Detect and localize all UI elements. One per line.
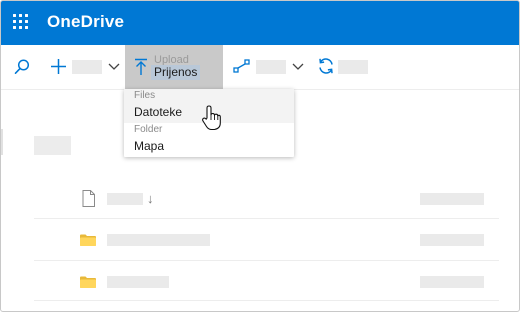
search-icon[interactable] xyxy=(13,58,31,76)
sync-button-label xyxy=(338,60,368,74)
menu-item-ghost-label: Files xyxy=(134,90,156,101)
app-title[interactable]: OneDrive xyxy=(47,12,124,32)
hand-cursor-icon xyxy=(202,105,221,131)
chevron-down-icon xyxy=(108,63,120,70)
file-icon xyxy=(82,190,95,207)
table-row[interactable] xyxy=(34,219,499,261)
app-launcher-icon[interactable] xyxy=(13,14,29,30)
new-button-label xyxy=(72,60,102,74)
modified-column-header[interactable] xyxy=(420,193,484,205)
flow-button-label xyxy=(256,60,286,74)
app-header: OneDrive xyxy=(1,1,519,45)
new-button[interactable] xyxy=(45,45,125,89)
section-title-placeholder xyxy=(34,136,71,155)
menu-item-label: Datoteke xyxy=(134,105,183,119)
flow-button[interactable] xyxy=(231,45,309,89)
table-row[interactable] xyxy=(34,261,499,301)
item-modified xyxy=(420,234,484,246)
item-name[interactable] xyxy=(107,276,169,288)
name-column-header[interactable] xyxy=(107,193,143,205)
sync-icon xyxy=(319,58,333,74)
upload-button[interactable]: Upload Prijenos xyxy=(125,45,223,89)
folder-icon xyxy=(80,276,96,288)
folder-icon xyxy=(80,234,96,246)
menu-item-ghost-label: Folder xyxy=(134,124,163,135)
sync-button[interactable] xyxy=(315,45,373,89)
file-list-header: ↓ xyxy=(34,179,499,219)
plus-icon xyxy=(51,59,66,74)
menu-item-label: Mapa xyxy=(134,139,165,153)
nav-edge xyxy=(1,129,3,155)
sort-arrow-icon[interactable]: ↓ xyxy=(147,191,154,206)
upload-icon xyxy=(135,58,147,75)
onedrive-window: OneDrive Upload Prijenos ↓ Files Datotek… xyxy=(0,0,520,312)
item-name[interactable] xyxy=(107,234,210,246)
item-modified xyxy=(420,276,484,288)
command-bar: Upload Prijenos xyxy=(1,45,519,90)
upload-label: Prijenos xyxy=(151,65,201,80)
chevron-down-icon xyxy=(292,63,304,70)
flow-icon xyxy=(233,59,250,73)
